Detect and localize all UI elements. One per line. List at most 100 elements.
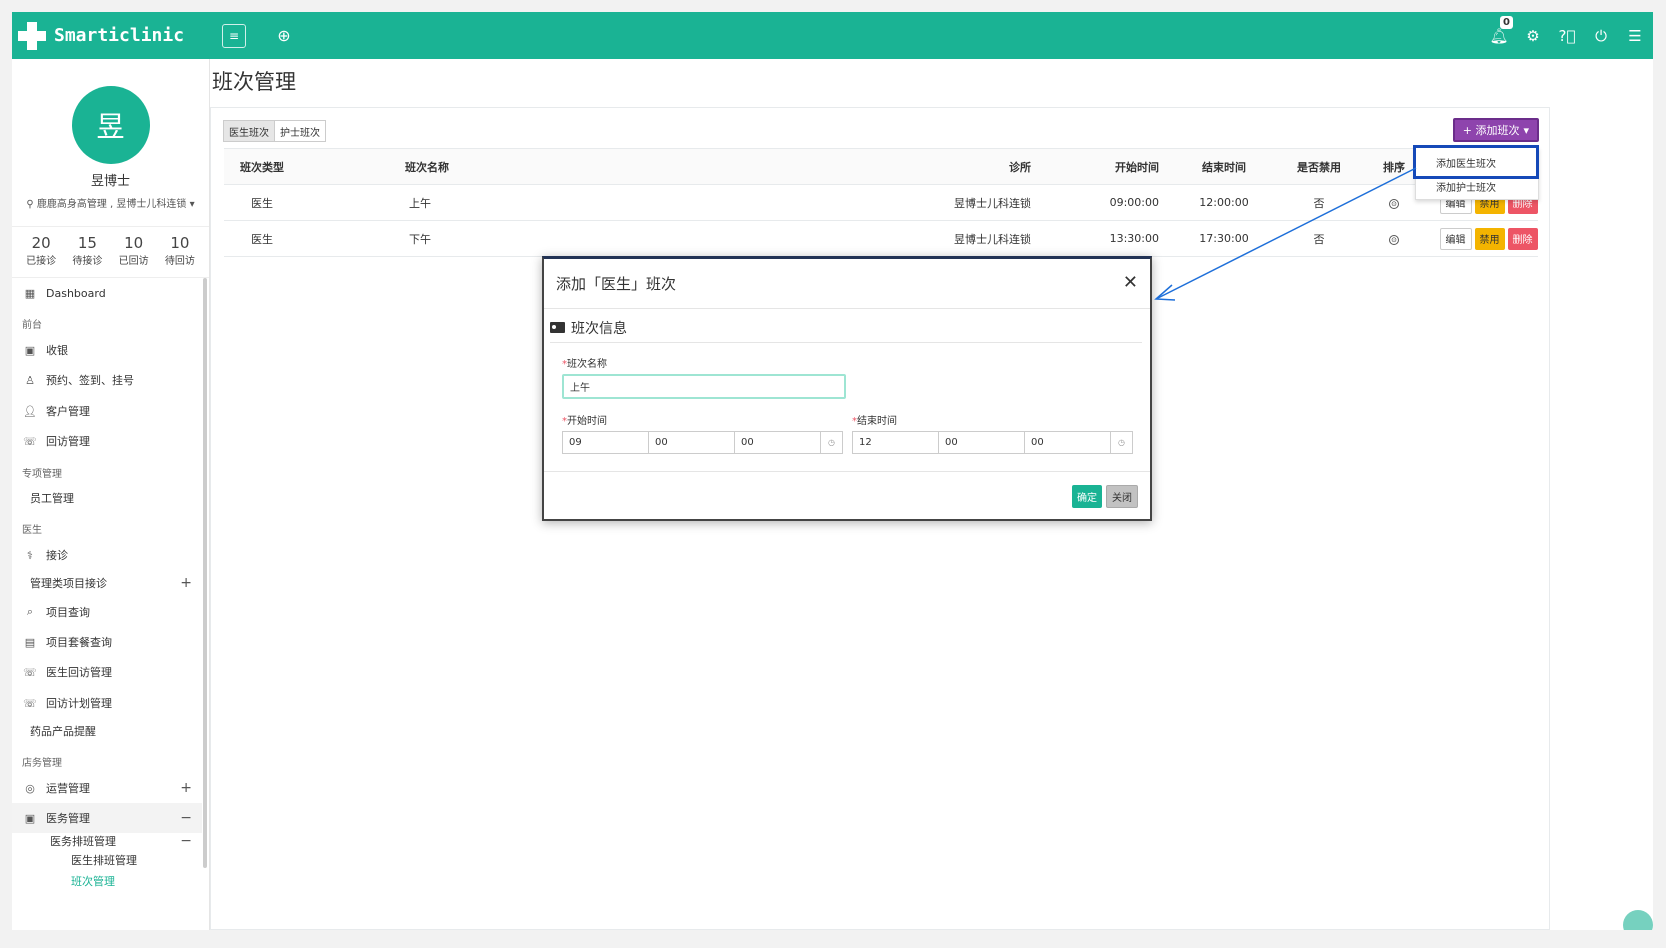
tab-nurse-shift[interactable]: 护士班次 — [274, 120, 326, 142]
section-doctor: 医生 — [22, 525, 42, 536]
col-disabled[interactable]: 是否禁用 — [1289, 148, 1349, 185]
table-header: 班次类型 班次名称 诊所 开始时间 结束时间 是否禁用 排序 — [224, 148, 1538, 185]
modal-title: 添加「医生」班次 — [544, 259, 1150, 309]
section-store: 店务管理 — [22, 758, 62, 769]
table-row: 医生 上午 昱博士儿科连锁 09:00:00 12:00:00 否 ⊙ 编辑 禁用… — [224, 184, 1538, 221]
sidebar-item-dashboard[interactable]: ▦ Dashboard — [12, 278, 202, 308]
phone-icon: ☏ — [23, 696, 37, 710]
logo-cross-icon — [16, 20, 48, 52]
sidebar-item-item-query[interactable]: ⌕ 项目查询 — [12, 597, 202, 627]
list-icon[interactable]: ☰ — [1623, 24, 1647, 48]
user-name: 昱博士 — [90, 174, 130, 189]
annotation-highlight-box — [1413, 145, 1539, 179]
floating-action-icon[interactable] — [1623, 910, 1653, 930]
col-name[interactable]: 班次名称 — [389, 148, 729, 185]
stat-to-follow[interactable]: 10 待回访 — [165, 234, 195, 267]
col-clinic[interactable]: 诊所 — [729, 148, 1061, 185]
menu-icon[interactable]: ≡ — [222, 23, 246, 48]
phone-icon: ☏ — [23, 665, 37, 679]
sort-handle-icon[interactable]: ⊙ — [1389, 235, 1399, 245]
id-card-icon — [550, 322, 565, 333]
add-circle-icon[interactable]: ⊕ — [272, 24, 296, 48]
shift-name-input[interactable]: 上午 — [562, 374, 846, 399]
sidebar-scrollbar[interactable] — [203, 278, 207, 868]
sidebar-item-cashier[interactable]: ▣ 收银 — [12, 335, 202, 365]
sidebar-item-operations[interactable]: ◎ 运营管理 + — [12, 773, 202, 803]
dashboard-icon: ▦ — [24, 286, 36, 300]
start-second-field[interactable]: 00 — [734, 431, 821, 454]
end-hour-field[interactable]: 12 — [852, 431, 939, 454]
start-minute-field[interactable]: 00 — [648, 431, 735, 454]
sidebar-item-booking[interactable]: ♙ 预约、签到、挂号 — [12, 365, 202, 395]
notification-badge: 0 — [1500, 15, 1513, 29]
page-title: 班次管理 — [212, 70, 296, 94]
avatar[interactable]: 昱 — [71, 86, 150, 164]
stat-consulted[interactable]: 20 已接诊 — [26, 234, 56, 267]
bell-icon[interactable]: 🔔︎ 0 — [1487, 15, 1513, 48]
close-icon[interactable]: ✕ — [1123, 272, 1138, 293]
org-selector[interactable]: ⚲ 鹿鹿高身高管理 , 昱博士儿科连锁 ▾ — [12, 195, 209, 210]
top-bar-actions: 🔔︎ 0 ⚙ ?⃝ ⏻ ☰ — [1487, 12, 1653, 59]
profile-card: 昱 昱博士 ⚲ 鹿鹿高身高管理 , 昱博士儿科连锁 ▾ — [12, 59, 209, 210]
sidebar-item-followup[interactable]: ☏ 回访管理 — [12, 426, 202, 456]
logo[interactable]: Smarticlinic — [12, 20, 212, 52]
sidebar-item-doc-followup[interactable]: ☏ 医生回访管理 — [12, 657, 202, 687]
sidebar-item-drug-remind[interactable]: 药品产品提醒 — [12, 716, 202, 746]
caret-down-icon: ▾ — [186, 199, 195, 210]
start-time-picker: 09 00 00 ◷ — [562, 431, 843, 454]
sidebar-item-schedule-mgmt[interactable]: 医务排班管理 − — [12, 829, 202, 853]
stat-followed[interactable]: 10 已回访 — [119, 234, 149, 267]
cash-icon: ▣ — [24, 343, 36, 357]
section-special: 专项管理 — [22, 469, 62, 480]
sidebar-item-mgmt-consult[interactable]: 管理类项目接诊 + — [12, 568, 202, 598]
start-hour-field[interactable]: 09 — [562, 431, 649, 454]
sidebar-item-shift-mgmt[interactable]: 班次管理 — [71, 873, 115, 889]
app-window: Smarticlinic ≡ ⊕ 🔔︎ 0 ⚙ ?⃝ ⏻ ☰ 昱 昱博士 ⚲ 鹿鹿… — [12, 12, 1653, 930]
sort-handle-icon[interactable]: ⊙ — [1389, 199, 1399, 209]
location-icon: ⚲ — [26, 199, 37, 210]
caret-down-icon: ▾ — [1523, 123, 1529, 137]
sidebar-item-plan-followup[interactable]: ☏ 回访计划管理 — [12, 688, 202, 718]
end-time-picker: 12 00 00 ◷ — [852, 431, 1133, 454]
confirm-button[interactable]: 确定 — [1072, 485, 1102, 508]
col-end[interactable]: 结束时间 — [1159, 148, 1289, 185]
close-button[interactable]: 关闭 — [1106, 485, 1138, 508]
end-second-field[interactable]: 00 — [1024, 431, 1111, 454]
power-icon[interactable]: ⏻ — [1589, 24, 1613, 48]
expand-plus-icon[interactable]: + — [180, 575, 192, 591]
medical-icon: ▣ — [24, 811, 36, 825]
collapse-minus-icon[interactable]: − — [180, 833, 192, 849]
collapse-minus-icon[interactable]: − — [180, 810, 192, 826]
users-icon: 👤︎ — [23, 404, 37, 418]
section-shift-info: 班次信息 — [550, 313, 1142, 343]
start-time-label: *开始时间 — [562, 416, 607, 427]
help-icon[interactable]: ?⃝ — [1555, 24, 1579, 48]
app-name: Smarticlinic — [54, 25, 185, 46]
top-bar: Smarticlinic ≡ ⊕ 🔔︎ 0 ⚙ ?⃝ ⏻ ☰ — [12, 12, 1653, 59]
shift-name-label: *班次名称 — [562, 359, 607, 370]
sidebar-item-customer[interactable]: 👤︎ 客户管理 — [12, 396, 202, 426]
col-type[interactable]: 班次类型 — [224, 148, 389, 185]
clock-icon[interactable]: ◷ — [1110, 431, 1133, 454]
sidebar-item-doc-schedule[interactable]: 医生排班管理 — [71, 852, 137, 868]
disable-button[interactable]: 禁用 — [1474, 227, 1505, 250]
col-start[interactable]: 开始时间 — [1061, 148, 1159, 185]
phone-icon: ☏ — [23, 434, 37, 448]
expand-plus-icon[interactable]: + — [180, 780, 192, 796]
sidebar-item-package-query[interactable]: ▤ 项目套餐查询 — [12, 627, 202, 657]
org-name: 鹿鹿高身高管理 , 昱博士儿科连锁 — [36, 199, 187, 210]
delete-button[interactable]: 删除 — [1507, 227, 1538, 250]
tab-doctor-shift[interactable]: 医生班次 — [223, 120, 275, 142]
sidebar-item-consult[interactable]: ⚕ 接诊 — [12, 540, 202, 570]
clock-icon[interactable]: ◷ — [820, 431, 843, 454]
section-front: 前台 — [22, 320, 42, 331]
shift-table: 班次类型 班次名称 诊所 开始时间 结束时间 是否禁用 排序 医生 上午 昱博士… — [224, 148, 1538, 257]
package-icon: ▤ — [24, 635, 36, 649]
sidebar-item-staff[interactable]: 员工管理 — [12, 483, 202, 513]
end-minute-field[interactable]: 00 — [938, 431, 1025, 454]
nav-menu: ▦ Dashboard 前台 ▣ 收银 ♙ 预约、签到、挂号 👤︎ 客户管理 ☏ 回访管理… — [12, 277, 209, 930]
edit-button[interactable]: 编辑 — [1439, 227, 1472, 250]
gear-icon[interactable]: ⚙ — [1521, 24, 1545, 48]
add-shift-button[interactable]: + 添加班次 ▾ — [1452, 118, 1539, 142]
stat-waiting[interactable]: 15 待接诊 — [72, 234, 102, 267]
